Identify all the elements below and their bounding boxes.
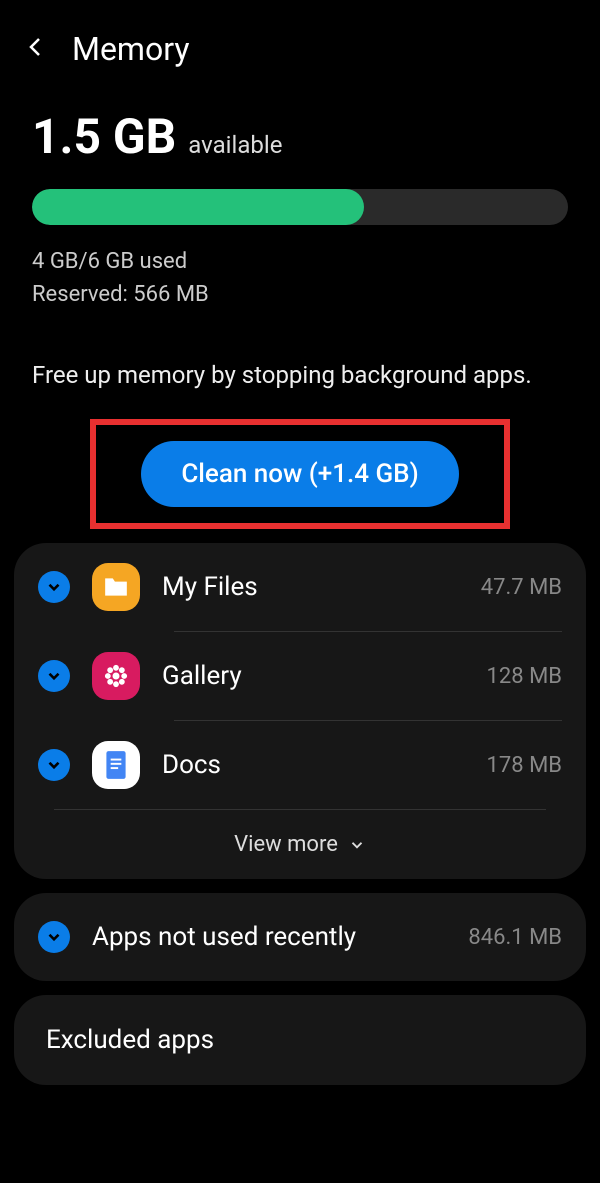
apps-card: My Files 47.7 MB Gallery 128 MB [14, 543, 586, 879]
memory-available: 1.5 GB available [32, 108, 568, 165]
checkbox-icon[interactable] [38, 571, 70, 603]
chevron-down-icon [348, 836, 366, 854]
checkbox-icon[interactable] [38, 921, 70, 953]
memory-value: 1.5 GB [32, 108, 176, 165]
excluded-card[interactable]: Excluded apps [14, 995, 586, 1085]
memory-used-text: 4 GB/6 GB used [32, 245, 568, 278]
page-title: Memory [72, 30, 189, 68]
clean-now-button[interactable]: Clean now (+1.4 GB) [141, 441, 458, 507]
not-used-card[interactable]: Apps not used recently 846.1 MB [14, 893, 586, 981]
checkbox-icon[interactable] [38, 660, 70, 692]
memory-reserved-text: Reserved: 566 MB [32, 278, 568, 311]
not-used-title: Apps not used recently [92, 922, 446, 952]
memory-progress-fill [32, 189, 364, 225]
back-icon[interactable] [24, 35, 48, 63]
app-row-my-files[interactable]: My Files 47.7 MB [14, 543, 586, 631]
app-size: 128 MB [487, 664, 562, 689]
app-size: 178 MB [487, 753, 562, 778]
app-size: 47.7 MB [481, 575, 562, 600]
app-name: My Files [162, 572, 258, 602]
my-files-icon [92, 563, 140, 611]
memory-label: available [188, 131, 282, 159]
app-row-docs[interactable]: Docs 178 MB [14, 721, 586, 809]
clean-button-highlight: Clean now (+1.4 GB) [90, 419, 510, 529]
instruction-text: Free up memory by stopping background ap… [0, 361, 600, 389]
app-row-gallery[interactable]: Gallery 128 MB [14, 632, 586, 720]
app-name: Docs [162, 750, 221, 780]
not-used-size: 846.1 MB [468, 925, 562, 950]
gallery-icon [92, 652, 140, 700]
excluded-title: Excluded apps [14, 995, 586, 1085]
docs-icon [92, 741, 140, 789]
view-more-button[interactable]: View more [14, 810, 586, 879]
view-more-label: View more [234, 832, 338, 857]
memory-progress-bar [32, 189, 568, 225]
app-name: Gallery [162, 661, 242, 691]
checkbox-icon[interactable] [38, 749, 70, 781]
